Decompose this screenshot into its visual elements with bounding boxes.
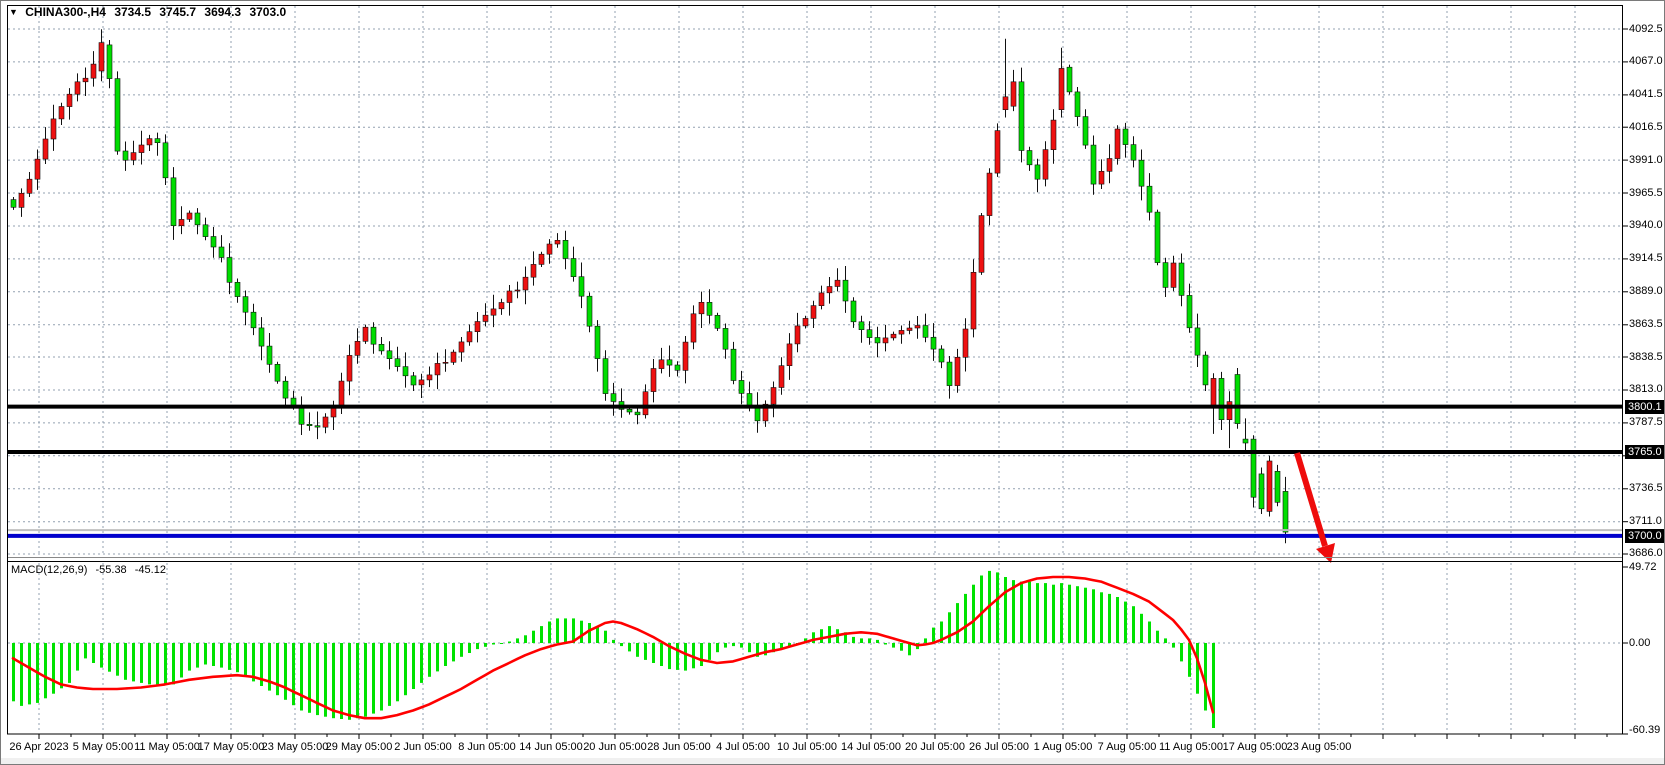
price-axis-tick: 3686.0: [1629, 547, 1663, 560]
time-axis-label: 23 Aug 05:00: [1287, 741, 1352, 754]
price-axis-tick: 3711.0: [1629, 515, 1662, 528]
price-axis-tick: 4067.0: [1629, 55, 1663, 68]
time-axis-label: 26 Jul 05:00: [969, 741, 1029, 754]
price-badge-3800-1: 3800.1: [1625, 400, 1665, 414]
time-axis-label: 28 Jun 05:00: [647, 741, 711, 754]
price-axis-tick: 3965.5: [1629, 187, 1663, 200]
price-badge-3765-0: 3765.0: [1625, 445, 1665, 459]
price-axis-tick: 3991.0: [1629, 154, 1663, 167]
trading-chart-window: ▼ CHINA300-,H4 3734.5 3745.7 3694.3 3703…: [0, 0, 1665, 765]
macd-name: MACD(12,26,9): [11, 564, 87, 576]
price-axis-tick: 3863.5: [1629, 318, 1663, 331]
macd-indicator-label: MACD(12,26,9) -55.38 -45.12: [11, 564, 166, 576]
time-axis-label: 10 Jul 05:00: [777, 741, 837, 754]
macd-axis-tick: 0.00: [1629, 637, 1650, 650]
price-axis-tick: 4041.5: [1629, 88, 1663, 101]
time-axis-label: 4 Jul 05:00: [716, 741, 770, 754]
price-axis-tick: 4016.5: [1629, 121, 1663, 134]
price-axis-tick: 4092.5: [1629, 23, 1663, 36]
time-axis-label: 23 May 05:00: [262, 741, 329, 754]
macd-axis-tick: -60.39: [1629, 724, 1660, 737]
time-axis-label: 11 May 05:00: [134, 741, 200, 754]
chart-canvas[interactable]: [1, 1, 1665, 765]
price-axis-tick: 3787.5: [1629, 416, 1663, 429]
price-axis-tick: 3736.5: [1629, 482, 1663, 495]
time-axis-label: 11 Aug 05:00: [1159, 741, 1223, 754]
time-axis-label: 1 Aug 05:00: [1034, 741, 1093, 754]
price-badge-3700-0: 3700.0: [1625, 529, 1665, 543]
macd-axis-tick: 49.72: [1629, 561, 1657, 574]
price-axis-tick: 3889.0: [1629, 285, 1663, 298]
chevron-down-icon[interactable]: ▼: [9, 7, 18, 17]
time-axis-label: 20 Jun 05:00: [583, 741, 647, 754]
time-axis-label: 14 Jun 05:00: [519, 741, 583, 754]
title-close: 3703.0: [249, 5, 286, 19]
time-axis-label: 2 Jun 05:00: [394, 741, 452, 754]
time-axis-label: 17 Aug 05:00: [1223, 741, 1288, 754]
title-low: 3694.3: [204, 5, 241, 19]
time-axis-label: 17 May 05:00: [198, 741, 265, 754]
window-bottom-strip: [1, 758, 1665, 765]
symbol-timeframe: CHINA300-,H4: [25, 5, 106, 19]
price-axis-tick: 3940.0: [1629, 219, 1663, 232]
time-axis-label: 5 May 05:00: [73, 741, 134, 754]
price-axis-tick: 3813.0: [1629, 383, 1663, 396]
time-axis-label: 20 Jul 05:00: [905, 741, 965, 754]
price-axis-tick: 3914.5: [1629, 252, 1663, 265]
chart-title: ▼ CHINA300-,H4 3734.5 3745.7 3694.3 3703…: [9, 5, 286, 19]
title-high: 3745.7: [159, 5, 196, 19]
time-axis-label: 14 Jul 05:00: [841, 741, 901, 754]
macd-main-value: -55.38: [95, 564, 126, 576]
time-axis-label: 29 May 05:00: [326, 741, 393, 754]
price-axis-tick: 3838.5: [1629, 351, 1663, 364]
time-axis-label: 7 Aug 05:00: [1098, 741, 1157, 754]
title-open: 3734.5: [114, 5, 151, 19]
time-axis-label: 8 Jun 05:00: [458, 741, 516, 754]
macd-signal-value: -45.12: [135, 564, 166, 576]
time-axis-label: 26 Apr 2023: [9, 741, 68, 754]
